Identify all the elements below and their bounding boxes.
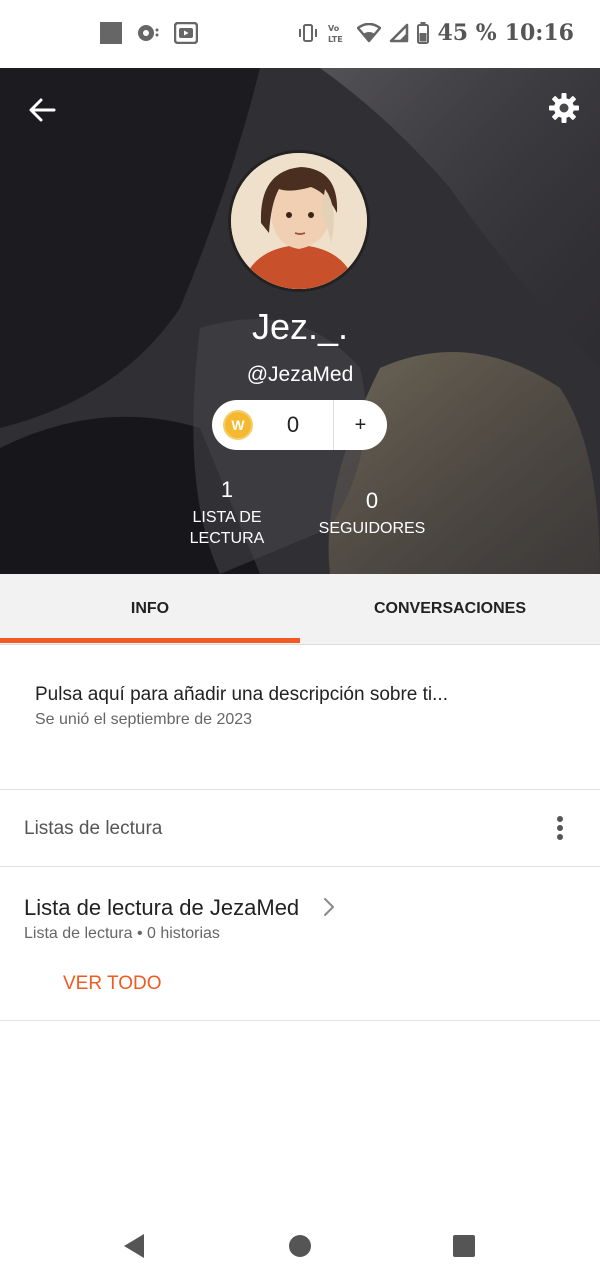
- clock: 10:16: [504, 20, 574, 46]
- profile-header: Jez._. @JezaMed W 0 + 1 LISTA DE LECTURA…: [0, 68, 600, 574]
- cast-icon: [138, 25, 159, 41]
- username: @JezaMed: [246, 363, 354, 386]
- followers-count: 0: [365, 488, 379, 513]
- more-vertical-icon[interactable]: [550, 815, 570, 841]
- coin-count: 0: [286, 412, 300, 437]
- nav-recents-icon[interactable]: [448, 1230, 480, 1262]
- chevron-right-icon[interactable]: [322, 895, 336, 919]
- coin-icon: W: [223, 410, 253, 440]
- volte-icon: Vo LTE: [328, 24, 343, 44]
- svg-text:LTE: LTE: [328, 35, 343, 44]
- signal-icon: [390, 23, 409, 43]
- description-prompt[interactable]: Pulsa aquí para añadir una descripción s…: [35, 684, 448, 706]
- battery-icon: [417, 22, 430, 44]
- followers-label: SEGUIDORES: [318, 520, 426, 537]
- notification-square-icon: [100, 22, 122, 44]
- reading-list-meta: Lista de lectura • 0 historias: [24, 925, 220, 942]
- youtube-icon: [174, 22, 198, 44]
- reading-lists-label: LISTA DE LECTURA: [189, 509, 265, 547]
- svg-text:Vo: Vo: [328, 24, 340, 33]
- tab-conversations[interactable]: CONVERSACIONES: [300, 574, 600, 644]
- profile-tabs: INFO CONVERSACIONES: [0, 574, 600, 645]
- display-name: Jez._.: [251, 306, 349, 347]
- nav-home-icon[interactable]: [284, 1230, 316, 1262]
- system-navigation-bar: [0, 1210, 600, 1278]
- tab-info[interactable]: INFO: [0, 574, 300, 644]
- divider: [0, 1020, 600, 1021]
- wifi-icon: [357, 23, 382, 43]
- joined-date: Se unió el septiembre de 2023: [35, 711, 253, 728]
- stat-reading-lists[interactable]: 1 LISTA DE LECTURA: [176, 477, 278, 549]
- stat-followers[interactable]: 0 SEGUIDORES: [312, 488, 432, 539]
- coin-balance-pill: W 0 +: [212, 400, 387, 450]
- add-coins-button[interactable]: +: [334, 414, 387, 437]
- gear-icon[interactable]: [548, 92, 580, 124]
- avatar[interactable]: [228, 150, 370, 292]
- battery-percentage: 45 %: [437, 20, 497, 46]
- nav-back-icon[interactable]: [118, 1230, 150, 1262]
- reading-lists-count: 1: [220, 477, 234, 502]
- back-arrow-icon[interactable]: [26, 94, 58, 126]
- reading-list-title[interactable]: Lista de lectura de JezaMed: [24, 895, 299, 921]
- active-tab-indicator: [0, 638, 300, 643]
- section-title-reading-lists: Listas de lectura: [24, 818, 163, 839]
- divider: [0, 866, 600, 867]
- avatar-image: [231, 153, 367, 289]
- vibrate-icon: [299, 24, 318, 42]
- status-bar: Vo LTE 45 % 10:16: [0, 0, 600, 68]
- see-all-button[interactable]: VER TODO: [63, 973, 162, 995]
- divider: [0, 789, 600, 790]
